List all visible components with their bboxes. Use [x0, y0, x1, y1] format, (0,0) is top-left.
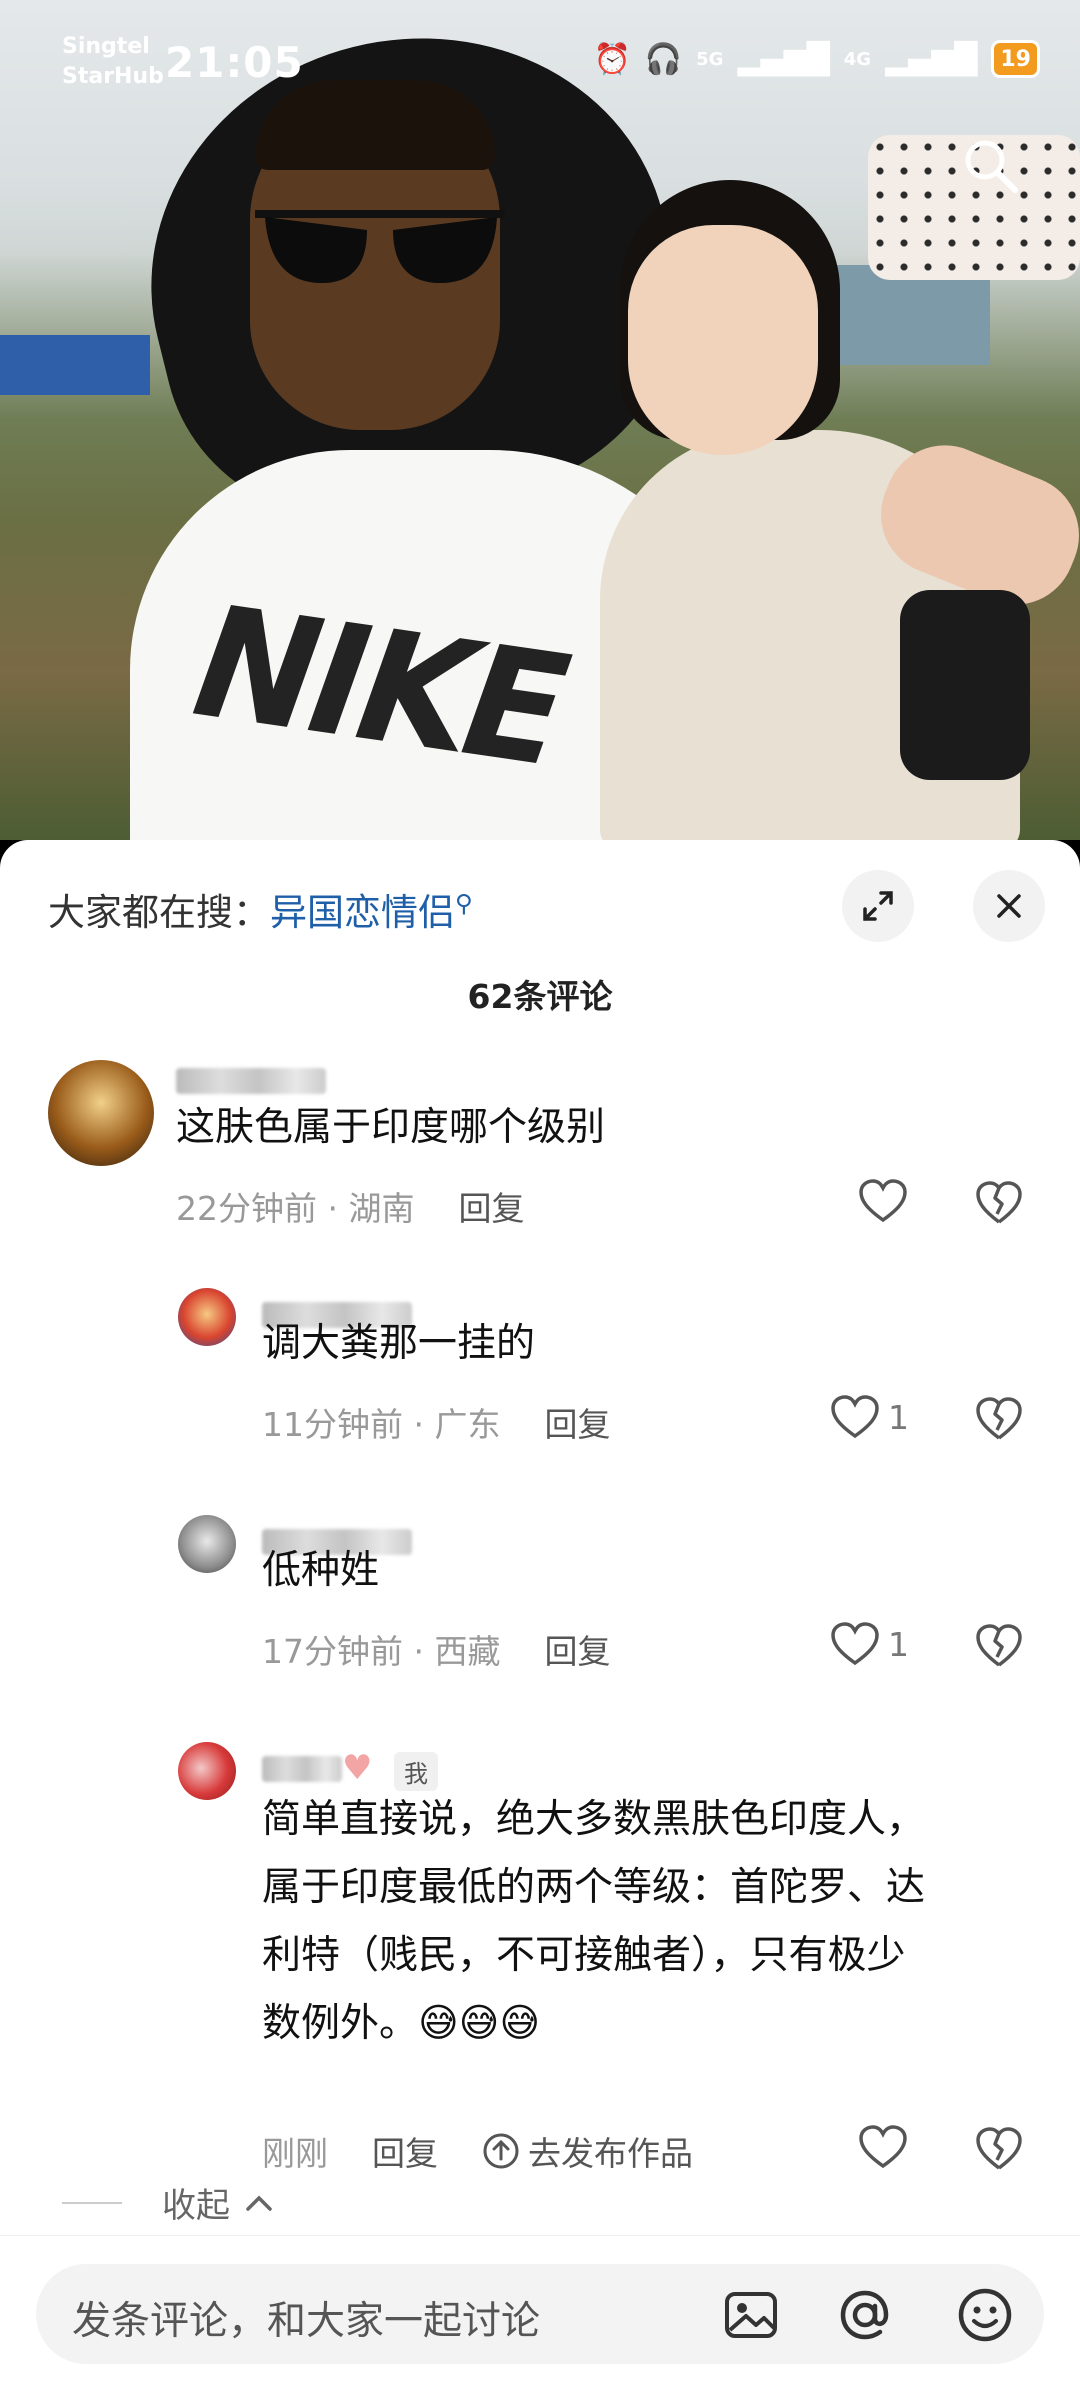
- carrier-2: StarHub: [62, 64, 164, 89]
- like-button[interactable]: 1: [830, 1394, 909, 1440]
- comment-input-bar: 发条评论，和大家一起讨论: [0, 2235, 1080, 2398]
- avatar[interactable]: [178, 1288, 236, 1346]
- sunglasses: [255, 210, 505, 284]
- like-count: 1: [888, 1624, 909, 1664]
- comment-line: 利特（贱民，不可接触者），只有极少: [262, 1933, 906, 1978]
- battery-icon: 19: [991, 40, 1040, 78]
- comment-item: 这肤色属于印度哪个级别 22分钟前 · 湖南 回复: [0, 1060, 1080, 1260]
- trending-search[interactable]: 大家都在搜：异国恋情侣⚲: [48, 882, 473, 936]
- reply-item: 低种姓 17分钟前 · 西藏 回复 1: [0, 1515, 1080, 1685]
- signal-icon: ▂▄▆█: [737, 41, 830, 77]
- status-icons: ⏰ 🎧 5G ▂▄▆█ 4G ▂▄▆█ 19: [593, 40, 1040, 78]
- close-button[interactable]: [973, 870, 1045, 942]
- comment-time: 刚刚: [262, 2134, 328, 2173]
- comment-input-placeholder: 发条评论，和大家一起讨论: [72, 2299, 541, 2344]
- publish-work-label: 去发布作品: [528, 2134, 693, 2173]
- at-icon[interactable]: [836, 2286, 894, 2344]
- network-1-label: 5G: [696, 48, 724, 70]
- collapse-replies-button[interactable]: 收起: [62, 2178, 274, 2227]
- sweat-smile-emoji: 😅😅😅: [418, 2001, 540, 2046]
- image-icon[interactable]: [722, 2286, 780, 2344]
- woman-face: [628, 225, 818, 455]
- publish-work-button[interactable]: 去发布作品: [482, 2127, 693, 2175]
- status-bar: Singtel StarHub 21:05 ⏰ 🎧 5G ▂▄▆█ 4G ▂▄▆…: [0, 0, 1080, 120]
- heart-icon: [859, 2125, 907, 2169]
- comment-meta: 17分钟前 · 西藏 回复: [262, 1632, 611, 1671]
- comment-sheet: 大家都在搜：异国恋情侣⚲ 62条评论 这肤色属于印度哪个级别 22分钟前 · 湖…: [0, 840, 1080, 2398]
- comment-text: 调大粪那一挂的: [262, 1321, 536, 1366]
- avatar[interactable]: [178, 1742, 236, 1800]
- like-button[interactable]: 1: [830, 1621, 909, 1667]
- reply-button[interactable]: 回复: [544, 1405, 610, 1444]
- handbag: [900, 590, 1030, 780]
- broken-heart-icon[interactable]: [975, 1180, 1023, 1226]
- trending-search-keyword[interactable]: 异国恋情侣: [270, 891, 455, 934]
- comment-time: 22分钟前: [176, 1189, 317, 1228]
- alarm-icon: ⏰: [593, 41, 631, 77]
- signal-icon-2: ▂▄▆█: [885, 41, 978, 77]
- emoji-icon[interactable]: [956, 2286, 1014, 2344]
- divider-line: [62, 2201, 122, 2204]
- comment-location: 广东: [434, 1405, 501, 1444]
- blue-fence: [0, 335, 150, 395]
- username-redacted[interactable]: [262, 1756, 342, 1782]
- carriers: Singtel StarHub: [62, 32, 164, 92]
- small-search-icon: ⚲: [455, 889, 473, 918]
- heart-icon: [831, 1622, 879, 1666]
- avatar[interactable]: [178, 1515, 236, 1573]
- comment-text: 低种姓: [262, 1548, 380, 1593]
- broken-heart-icon[interactable]: [975, 2126, 1023, 2172]
- post-photo[interactable]: NIKE Singtel StarHub 21:05 ⏰ 🎧 5G ▂▄▆█ 4…: [0, 0, 1080, 840]
- battery-level: 19: [1000, 46, 1031, 72]
- like-count: 1: [888, 1397, 909, 1437]
- username-redacted[interactable]: [176, 1068, 326, 1094]
- comments-count: 62条评论: [467, 977, 613, 1016]
- trending-search-prefix: 大家都在搜：: [48, 891, 270, 934]
- status-time: 21:05: [165, 38, 304, 87]
- broken-heart-icon[interactable]: [975, 1396, 1023, 1442]
- network-2-label: 4G: [843, 48, 872, 70]
- like-button[interactable]: [858, 2124, 908, 2170]
- container: [820, 265, 990, 365]
- comment-line: 数例外。: [262, 2001, 419, 2046]
- comment-text: 这肤色属于印度哪个级别: [176, 1105, 606, 1150]
- comment-line: 简单直接说，绝大多数黑肤色印度人，: [262, 1797, 926, 1842]
- comment-text: 简单直接说，绝大多数黑肤色印度人， 属于印度最低的两个等级：首陀罗、达 利特（贱…: [262, 1786, 925, 2058]
- comment-line-last: 数例外。😅😅😅: [262, 1990, 925, 2058]
- carrier-1: Singtel: [62, 34, 150, 59]
- expand-button[interactable]: [842, 870, 914, 942]
- like-button[interactable]: [858, 1178, 908, 1224]
- collapse-label: 收起: [162, 2186, 230, 2226]
- chevron-up-icon: [246, 2195, 272, 2211]
- search-icon[interactable]: [960, 135, 1020, 195]
- comment-meta: 刚刚 回复 去发布作品: [262, 2127, 693, 2175]
- comment-input[interactable]: 发条评论，和大家一起讨论: [36, 2264, 1044, 2364]
- upload-icon: [483, 2133, 519, 2169]
- comment-meta: 11分钟前 · 广东 回复: [262, 1405, 611, 1444]
- heart-emoji-icon: ♥: [342, 1748, 373, 1788]
- comment-time: 17分钟前: [262, 1632, 403, 1671]
- comment-location: 西藏: [434, 1632, 501, 1671]
- heart-icon: [859, 1179, 907, 1223]
- reply-button[interactable]: 回复: [544, 1632, 610, 1671]
- reply-item-mine: ♥ 我 简单直接说，绝大多数黑肤色印度人， 属于印度最低的两个等级：首陀罗、达 …: [0, 1742, 1080, 2173]
- broken-heart-icon[interactable]: [975, 1623, 1023, 1669]
- reply-item: 调大粪那一挂的 11分钟前 · 广东 回复 1: [0, 1288, 1080, 1458]
- reply-button[interactable]: 回复: [458, 1189, 524, 1228]
- heart-icon: [831, 1395, 879, 1439]
- comment-location: 湖南: [348, 1189, 415, 1228]
- reply-button[interactable]: 回复: [372, 2127, 438, 2175]
- close-icon: [997, 894, 1021, 918]
- comment-meta: 22分钟前 · 湖南 回复: [176, 1189, 525, 1228]
- expand-icon: [863, 891, 893, 921]
- comment-line: 属于印度最低的两个等级：首陀罗、达: [262, 1865, 926, 1910]
- avatar[interactable]: [48, 1060, 154, 1166]
- comment-time: 11分钟前: [262, 1405, 403, 1444]
- headphones-icon: 🎧: [644, 41, 683, 77]
